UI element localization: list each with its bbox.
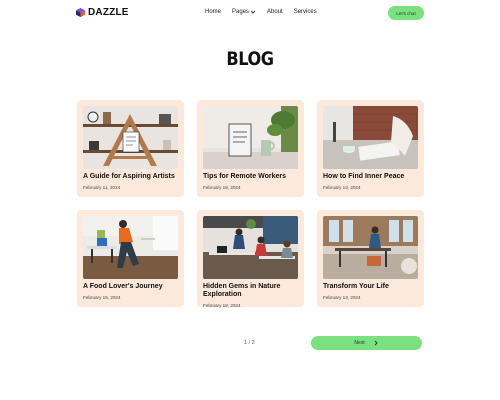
artist-shelf-image: [83, 106, 178, 169]
blog-card[interactable]: Hidden Gems in Nature Exploration Februa…: [197, 210, 304, 308]
post-thumbnail[interactable]: [83, 106, 178, 169]
post-title[interactable]: How to Find Inner Peace: [323, 173, 421, 181]
open-office-team-image: [203, 216, 298, 279]
post-date: February 13, 2024: [323, 295, 361, 300]
nav-item-services[interactable]: Services: [294, 9, 317, 15]
post-date: February 13, 2024: [323, 185, 361, 190]
post-date: February 18, 2024: [203, 185, 241, 190]
next-page-button[interactable]: Next: [311, 336, 422, 350]
office-stretch-image: [83, 216, 178, 279]
post-thumbnail[interactable]: [323, 106, 418, 169]
chevron-down-icon: [250, 10, 256, 14]
post-date: February 11, 2024: [83, 185, 121, 190]
nav-item-label: Pages: [232, 9, 250, 15]
nav-item-label: Services: [293, 9, 317, 15]
brand-name: DAZZLE: [88, 7, 129, 18]
arrow-right-icon: [374, 340, 378, 346]
brand-logo[interactable]: DAZZLE: [76, 7, 129, 18]
pagination-indicator: 1 / 2: [244, 340, 255, 346]
post-title[interactable]: A Food Lover's Journey: [83, 283, 181, 291]
desk-frame-plant-image: [203, 106, 298, 169]
blog-card[interactable]: A Food Lover's Journey February 15, 2024: [77, 210, 184, 307]
site-header: DAZZLE Home Pages About Services Let's c…: [0, 0, 500, 26]
blog-card[interactable]: How to Find Inner Peace February 13, 202…: [317, 100, 424, 197]
blog-card[interactable]: A Guide for Aspiring Artists February 11…: [77, 100, 184, 197]
cube-logo-icon: [76, 8, 85, 17]
next-label: Next: [354, 340, 365, 346]
blog-card[interactable]: Tips for Remote Workers February 18, 202…: [197, 100, 304, 197]
post-date: February 15, 2024: [83, 295, 121, 300]
post-thumbnail[interactable]: [323, 216, 418, 279]
lets-chat-button[interactable]: Let's chat: [388, 6, 424, 20]
nav-item-label: Home: [205, 9, 222, 15]
post-date: February 18, 2024: [203, 303, 241, 308]
post-thumbnail[interactable]: [83, 216, 178, 279]
nav-item-about[interactable]: About: [267, 9, 283, 15]
blog-card[interactable]: Transform Your Life February 13, 2024: [317, 210, 424, 307]
post-title[interactable]: Tips for Remote Workers: [203, 173, 301, 181]
page-title: BLOG: [226, 48, 274, 70]
nav-item-home[interactable]: Home: [205, 9, 221, 15]
coworking-space-image: [323, 216, 418, 279]
nav-item-label: About: [267, 9, 283, 15]
post-thumbnail[interactable]: [203, 216, 298, 279]
nav-item-pages[interactable]: Pages: [232, 9, 256, 15]
post-title[interactable]: Transform Your Life: [323, 283, 421, 291]
post-title[interactable]: Hidden Gems in Nature Exploration: [203, 283, 301, 299]
main-nav: Home Pages About Services: [205, 9, 317, 15]
post-title[interactable]: A Guide for Aspiring Artists: [83, 173, 181, 181]
writing-notebook-image: [323, 106, 418, 169]
post-thumbnail[interactable]: [203, 106, 298, 169]
